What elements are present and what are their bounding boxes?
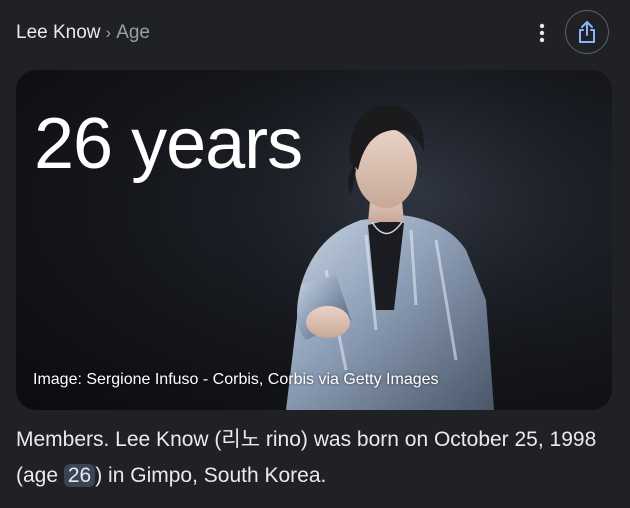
image-credit: Image: Sergione Infuso - Corbis, Corbis … (33, 371, 439, 388)
more-vert-icon (539, 23, 545, 43)
age-answer-panel: Lee Know › Age 26 years Image: Sergione … (0, 0, 630, 508)
age-answer: 26 years (34, 104, 303, 184)
share-icon (579, 21, 595, 43)
more-options-button[interactable] (530, 20, 554, 46)
description-snippet: Members. Lee Know (리노 rino) was born on … (16, 422, 616, 494)
breadcrumb: Lee Know › Age (16, 20, 150, 46)
breadcrumb-attribute: Age (116, 22, 150, 43)
share-button[interactable] (565, 10, 609, 54)
age-highlight: 26 (63, 464, 96, 487)
breadcrumb-entity[interactable]: Lee Know (16, 22, 101, 44)
breadcrumb-separator: › (105, 23, 112, 42)
age-hero-card[interactable]: 26 years Image: Sergione Infuso - Corbis… (16, 70, 612, 410)
description-text-after: ) in Gimpo, South Korea. (95, 464, 327, 487)
